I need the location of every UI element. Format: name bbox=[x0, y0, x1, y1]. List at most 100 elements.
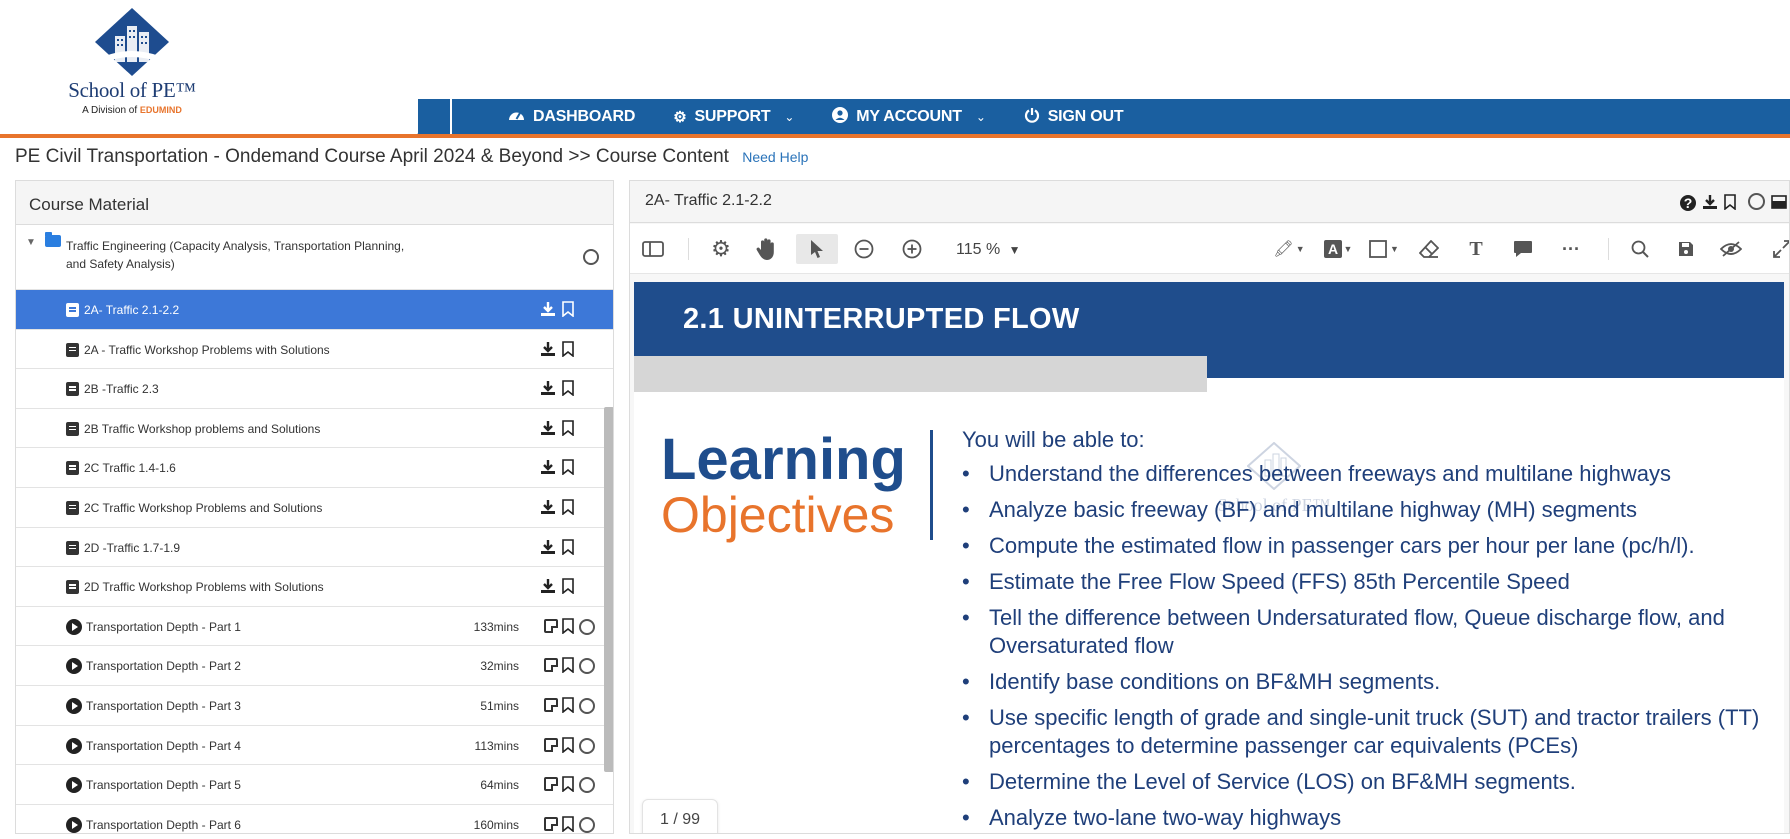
course-video-item[interactable]: Transportation Depth - Part 6 160mins bbox=[16, 805, 613, 833]
pan-hand-icon[interactable] bbox=[750, 234, 784, 264]
download-icon[interactable] bbox=[540, 301, 556, 317]
shape-rectangle-icon[interactable]: ▼ bbox=[1366, 234, 1402, 264]
objective-item: Understand the differences between freew… bbox=[962, 460, 1782, 488]
video-duration: 32mins bbox=[480, 659, 519, 674]
bookmark-icon[interactable] bbox=[562, 657, 574, 675]
nav-sign-out[interactable]: SIGN OUT bbox=[1024, 107, 1124, 127]
download-icon[interactable] bbox=[540, 380, 556, 396]
bookmark-icon[interactable] bbox=[562, 499, 574, 516]
course-video-item[interactable]: Transportation Depth - Part 1 133mins bbox=[16, 607, 613, 647]
completion-circle-icon[interactable] bbox=[583, 249, 599, 265]
slide-gray-strip bbox=[634, 356, 1207, 392]
download-icon[interactable] bbox=[540, 578, 556, 594]
bookmark-icon[interactable] bbox=[562, 697, 574, 714]
completion-circle-icon[interactable] bbox=[579, 658, 595, 675]
nav-my-account[interactable]: MY ACCOUNT ⌄ bbox=[832, 107, 986, 127]
help-icon[interactable]: ? bbox=[1680, 195, 1696, 211]
bookmark-icon[interactable] bbox=[562, 538, 574, 556]
folder-traffic-engineering[interactable]: ▼ Traffic Engineering (Capacity Analysis… bbox=[16, 225, 613, 290]
bookmark-icon[interactable] bbox=[562, 815, 574, 833]
download-icon[interactable] bbox=[540, 499, 556, 515]
download-icon[interactable] bbox=[540, 539, 556, 555]
school-of-pe-logo[interactable]: School of PE™ A Division of EDUMIND bbox=[62, 6, 202, 128]
objective-item: Use specific length of grade and single-… bbox=[962, 704, 1782, 760]
download-icon[interactable] bbox=[540, 420, 556, 436]
eraser-icon[interactable] bbox=[1416, 234, 1442, 264]
bookmark-icon[interactable] bbox=[562, 419, 574, 437]
play-icon bbox=[66, 618, 82, 635]
slide-heading-learning: Learning bbox=[661, 427, 906, 492]
pdf-toolbar: ⚙ 115 % ▼ 🖍 ▼ A ▼ ▼ T ··· bbox=[630, 224, 1789, 274]
course-doc-item[interactable]: 2A- Traffic 2.1-2.2 bbox=[16, 290, 613, 330]
nav-support[interactable]: ⚙ SUPPORT ⌄ bbox=[673, 108, 794, 126]
bookmark-icon[interactable] bbox=[562, 380, 574, 397]
nav-dashboard-label: DASHBOARD bbox=[533, 108, 636, 125]
logo-sub-brand: EDUMIND bbox=[139, 105, 182, 115]
bookmark-icon[interactable] bbox=[562, 776, 574, 793]
course-doc-item[interactable]: 2B -Traffic 2.3 bbox=[16, 369, 613, 409]
settings-gear-icon[interactable]: ⚙ bbox=[708, 234, 734, 264]
comment-icon[interactable] bbox=[1510, 234, 1536, 264]
zoom-value: 115 % bbox=[956, 241, 1001, 258]
bookmark-icon[interactable] bbox=[562, 301, 574, 318]
collapse-triangle-icon[interactable]: ▼ bbox=[26, 237, 36, 248]
hide-annotations-icon[interactable] bbox=[1716, 234, 1746, 264]
course-video-item[interactable]: Transportation Depth - Part 5 64mins bbox=[16, 765, 613, 805]
course-doc-item[interactable]: 2C Traffic Workshop Problems and Solutio… bbox=[16, 488, 613, 528]
download-icon[interactable] bbox=[1702, 194, 1718, 213]
completion-circle-icon[interactable] bbox=[579, 737, 595, 754]
text-tool-icon[interactable]: T bbox=[1464, 234, 1488, 264]
download-icon[interactable] bbox=[540, 459, 556, 475]
completion-circle-icon[interactable] bbox=[579, 697, 595, 714]
more-options-icon[interactable]: ··· bbox=[1558, 234, 1584, 264]
download-icon[interactable] bbox=[540, 341, 556, 357]
course-doc-item[interactable]: 2B Traffic Workshop problems and Solutio… bbox=[16, 409, 613, 449]
fullscreen-icon[interactable] bbox=[1771, 194, 1787, 212]
notes-icon[interactable] bbox=[544, 816, 558, 831]
play-icon bbox=[66, 737, 82, 754]
completion-circle-icon[interactable] bbox=[579, 618, 595, 635]
course-doc-item[interactable]: 2C Traffic 1.4-1.6 bbox=[16, 448, 613, 488]
nav-dashboard[interactable]: DASHBOARD bbox=[508, 108, 635, 126]
bookmark-icon[interactable] bbox=[1724, 193, 1736, 213]
course-video-item[interactable]: Transportation Depth - Part 2 32mins bbox=[16, 646, 613, 686]
text-color-icon[interactable]: A ▼ bbox=[1320, 234, 1356, 264]
zoom-out-icon[interactable] bbox=[852, 234, 876, 264]
highlight-pen-icon[interactable]: 🖍 ▼ bbox=[1272, 234, 1306, 264]
bookmark-icon[interactable] bbox=[562, 736, 574, 754]
zoom-select[interactable]: 115 % ▼ bbox=[956, 241, 1021, 259]
course-video-item[interactable]: Transportation Depth - Part 3 51mins bbox=[16, 686, 613, 726]
zoom-in-icon[interactable] bbox=[900, 234, 924, 264]
notes-icon[interactable] bbox=[544, 697, 558, 712]
completion-circle-icon[interactable] bbox=[1742, 193, 1765, 213]
expand-icon[interactable] bbox=[1770, 234, 1789, 264]
slide-banner-overlay bbox=[634, 282, 1784, 392]
bookmark-icon[interactable] bbox=[562, 617, 574, 635]
save-icon[interactable] bbox=[1674, 234, 1698, 264]
logo-building-icon bbox=[95, 8, 169, 76]
bookmark-icon[interactable] bbox=[562, 578, 574, 595]
course-doc-item[interactable]: 2D Traffic Workshop Problems with Soluti… bbox=[16, 567, 613, 607]
need-help-link[interactable]: Need Help bbox=[742, 149, 808, 165]
course-video-item[interactable]: Transportation Depth - Part 4 113mins bbox=[16, 726, 613, 766]
pdf-page[interactable]: 2.1 UNINTERRUPTED FLOW Learning Objectiv… bbox=[634, 282, 1784, 833]
search-icon[interactable] bbox=[1628, 234, 1652, 264]
course-doc-item[interactable]: 2D -Traffic 1.7-1.9 bbox=[16, 528, 613, 568]
sidebar-toggle-icon[interactable] bbox=[640, 234, 666, 264]
completion-circle-icon[interactable] bbox=[579, 816, 595, 833]
course-doc-item[interactable]: 2A - Traffic Workshop Problems with Solu… bbox=[16, 330, 613, 370]
slide-intro: You will be able to: bbox=[962, 427, 1145, 452]
header-accent-line bbox=[0, 134, 1790, 138]
left-panel-scrollbar[interactable] bbox=[604, 407, 613, 772]
chevron-down-icon: ⌄ bbox=[784, 110, 795, 124]
select-pointer-icon[interactable] bbox=[796, 234, 838, 264]
notes-icon[interactable] bbox=[544, 658, 558, 673]
bookmark-icon[interactable] bbox=[562, 340, 574, 358]
notes-icon[interactable] bbox=[544, 618, 558, 633]
objective-item: Compute the estimated flow in passenger … bbox=[962, 532, 1782, 560]
page-indicator[interactable]: 1 / 99 bbox=[642, 799, 718, 833]
notes-icon[interactable] bbox=[544, 737, 558, 752]
notes-icon[interactable] bbox=[544, 777, 558, 792]
bookmark-icon[interactable] bbox=[562, 459, 574, 477]
completion-circle-icon[interactable] bbox=[579, 777, 595, 794]
